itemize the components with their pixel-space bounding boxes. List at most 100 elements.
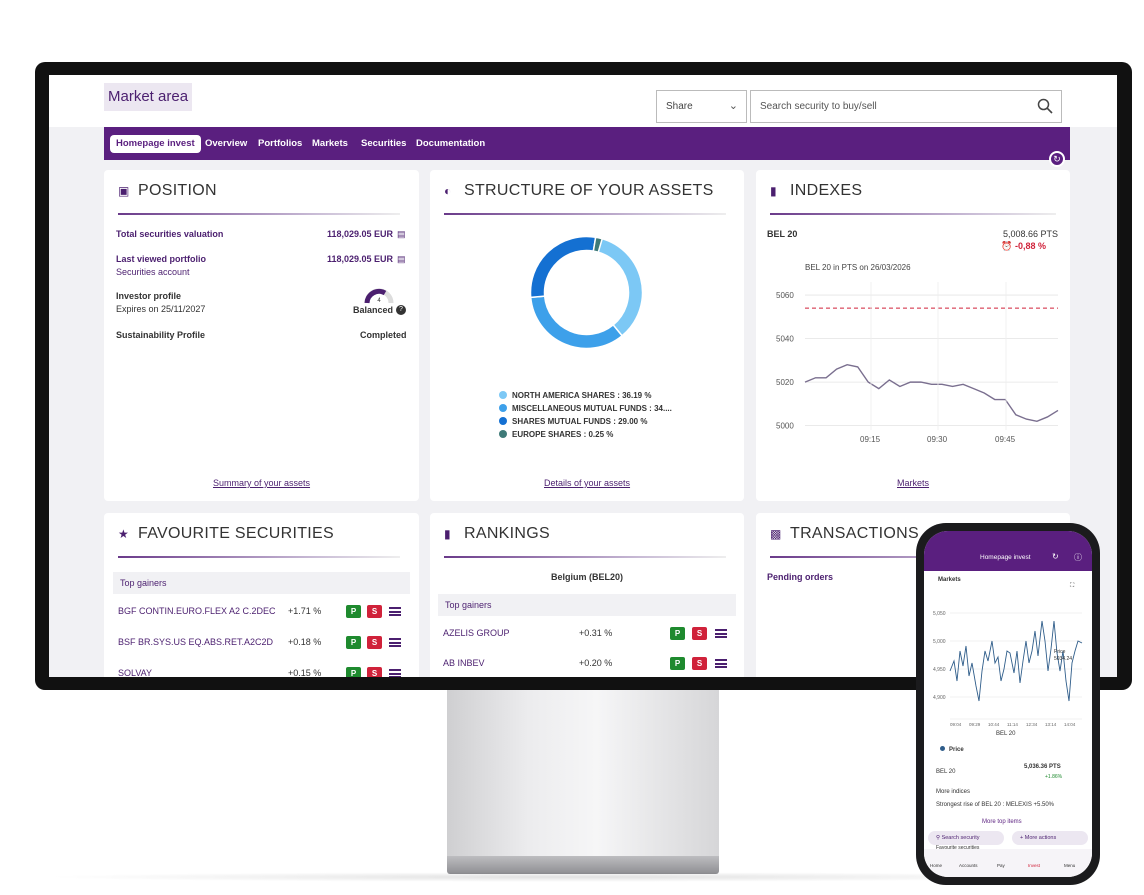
expand-icon[interactable]: ⛶ bbox=[1070, 583, 1074, 590]
phone-tab-home[interactable]: Home bbox=[930, 863, 942, 868]
calendar-icon[interactable]: ▤ bbox=[397, 254, 406, 265]
phone-bel20[interactable]: BEL 20 bbox=[936, 769, 955, 775]
search-icon[interactable] bbox=[1037, 98, 1053, 114]
title-rule bbox=[770, 213, 1056, 215]
menu-icon[interactable] bbox=[715, 629, 727, 638]
transactions-title: ▩ TRANSACTIONS bbox=[770, 525, 919, 542]
favourites-title: ★ FAVOURITE SECURITIES bbox=[118, 525, 334, 542]
calendar-icon[interactable]: ▤ bbox=[397, 229, 406, 240]
profile-value: Balanced bbox=[353, 305, 394, 315]
product-mockup: Market area Share ⌄ Search security to b… bbox=[0, 0, 1144, 895]
structure-title: ◐ STRUCTURE OF YOUR ASSETS bbox=[444, 182, 714, 199]
svg-text:12:34: 12:34 bbox=[1026, 722, 1038, 727]
share-dropdown[interactable]: Share ⌄ bbox=[656, 90, 747, 123]
svg-text:5,050: 5,050 bbox=[933, 611, 946, 617]
chevron-down-icon: ⌄ bbox=[728, 100, 738, 112]
phone-screen: Homepage invest ↻ ⓘ Markets ⛶ 5,050 5,00… bbox=[924, 531, 1092, 877]
svg-text:4,950: 4,950 bbox=[933, 667, 946, 673]
legend-item: MISCELLANEOUS MUTUAL FUNDS : 34.... bbox=[499, 404, 672, 413]
buy-button[interactable]: P bbox=[346, 636, 361, 649]
search-input[interactable]: Search security to buy/sell bbox=[750, 90, 1062, 123]
structure-card: ◐ STRUCTURE OF YOUR ASSETS NORTH AMERICA … bbox=[430, 170, 744, 501]
svg-text:10:44: 10:44 bbox=[988, 722, 1000, 727]
summary-assets-link[interactable]: Summary of your assets bbox=[213, 478, 310, 488]
phone-more-top[interactable]: More top items bbox=[982, 819, 1022, 825]
refresh-icon[interactable]: ↻ bbox=[1049, 151, 1065, 167]
menu-icon[interactable] bbox=[389, 669, 401, 677]
menu-icon[interactable] bbox=[389, 638, 401, 647]
security-change: +0.15 % bbox=[288, 668, 322, 677]
title-rule bbox=[118, 213, 400, 215]
svg-text:14:04: 14:04 bbox=[1064, 722, 1076, 727]
index-change: -0,88 % bbox=[1015, 241, 1047, 251]
sustainability-label: Sustainability Profile bbox=[116, 330, 206, 340]
nav-markets[interactable]: Markets bbox=[312, 135, 348, 153]
index-value: 5,008.66 PTS bbox=[1003, 229, 1059, 239]
buy-button[interactable]: P bbox=[670, 657, 685, 670]
risk-gauge-icon: 4 bbox=[364, 288, 394, 304]
pending-orders-label[interactable]: Pending orders bbox=[767, 572, 833, 582]
alarm-icon[interactable]: ⏰ bbox=[1001, 241, 1012, 252]
svg-text:11:14: 11:14 bbox=[1007, 722, 1018, 727]
phone-title: Homepage invest bbox=[980, 554, 1031, 561]
security-name[interactable]: BSF BR.SYS.US EQ.ABS.RET.A2C2D bbox=[118, 637, 273, 647]
buy-button[interactable]: P bbox=[346, 605, 361, 618]
svg-text:09:29: 09:29 bbox=[969, 722, 981, 727]
sell-button[interactable]: S bbox=[367, 636, 382, 649]
phone-tab-invest[interactable]: Invest bbox=[1028, 863, 1040, 868]
donut-slice bbox=[593, 236, 643, 337]
phone-more-actions[interactable]: + More actions bbox=[1012, 831, 1088, 845]
star-icon: ★ bbox=[118, 527, 130, 541]
phone-mockup: Homepage invest ↻ ⓘ Markets ⛶ 5,050 5,00… bbox=[916, 523, 1100, 885]
buy-button[interactable]: P bbox=[670, 627, 685, 640]
donut-slice bbox=[530, 295, 624, 349]
security-name[interactable]: AZELIS GROUP bbox=[443, 628, 510, 638]
buy-button[interactable]: P bbox=[346, 667, 361, 677]
nav-overview[interactable]: Overview bbox=[205, 135, 247, 153]
main-nav: Homepage invest Overview Portfolios Mark… bbox=[104, 127, 1070, 160]
x-tick-label: 09:15 bbox=[860, 435, 881, 444]
security-name[interactable]: BGF CONTIN.EURO.FLEX A2 C.2DEC bbox=[118, 606, 276, 616]
phone-search-security[interactable]: ⚲ Search security bbox=[928, 831, 1004, 845]
phone-strongest[interactable]: Strongest rise of BEL 20 : MELEXIS +5.50… bbox=[936, 802, 1054, 808]
svg-text:09:04: 09:04 bbox=[950, 722, 962, 727]
refresh-icon[interactable]: ↻ bbox=[1052, 552, 1059, 561]
menu-icon[interactable] bbox=[389, 607, 401, 616]
menu-icon[interactable] bbox=[715, 659, 727, 668]
help-icon[interactable]: ? bbox=[396, 305, 406, 315]
x-tick-label: 09:45 bbox=[995, 435, 1016, 444]
securities-account-label: Securities account bbox=[116, 267, 190, 277]
sustainability-value: Completed bbox=[360, 330, 407, 340]
last-viewed-value: 118,029.05 EUR bbox=[327, 254, 394, 264]
phone-more-indices[interactable]: More indices bbox=[936, 789, 970, 795]
phone-tab-accounts[interactable]: Accounts bbox=[959, 863, 978, 868]
markets-link[interactable]: Markets bbox=[897, 478, 929, 488]
nav-homepage-invest[interactable]: Homepage invest bbox=[110, 135, 201, 153]
nav-securities[interactable]: Securities bbox=[361, 135, 406, 153]
phone-price-label: Price bbox=[1054, 649, 1066, 655]
indexes-card: ▮ INDEXES BEL 20 5,008.66 PTS -0,88 % ⏰ B… bbox=[756, 170, 1070, 501]
y-tick-label: 5040 bbox=[776, 335, 794, 344]
nav-portfolios[interactable]: Portfolios bbox=[258, 135, 302, 153]
clipboard-icon: ▩ bbox=[770, 527, 782, 541]
favourites-card: ★ FAVOURITE SECURITIES Top gainers BGF CO… bbox=[104, 513, 419, 677]
svg-text:5,000: 5,000 bbox=[933, 639, 946, 645]
phone-tab-pay[interactable]: Pay bbox=[997, 863, 1005, 868]
phone-tab-menu[interactable]: Menu bbox=[1064, 863, 1075, 868]
position-card: ▣ POSITION Total securities valuation 118… bbox=[104, 170, 419, 501]
security-name[interactable]: AB INBEV bbox=[443, 658, 485, 668]
sell-button[interactable]: S bbox=[692, 657, 707, 670]
title-rule bbox=[118, 556, 400, 558]
info-icon[interactable]: ⓘ bbox=[1074, 552, 1082, 563]
last-viewed-label[interactable]: Last viewed portfolio bbox=[116, 254, 206, 264]
details-assets-link[interactable]: Details of your assets bbox=[544, 478, 630, 488]
nav-documentation[interactable]: Documentation bbox=[416, 135, 485, 153]
sell-button[interactable]: S bbox=[367, 667, 382, 677]
sell-button[interactable]: S bbox=[367, 605, 382, 618]
security-name[interactable]: SOLVAY bbox=[118, 668, 152, 677]
assets-donut-chart bbox=[530, 236, 643, 349]
donut-slice bbox=[530, 236, 597, 299]
sell-button[interactable]: S bbox=[692, 627, 707, 640]
phone-price-value: 5034.24 bbox=[1054, 656, 1072, 662]
phone-markets-title: Markets bbox=[938, 577, 961, 583]
